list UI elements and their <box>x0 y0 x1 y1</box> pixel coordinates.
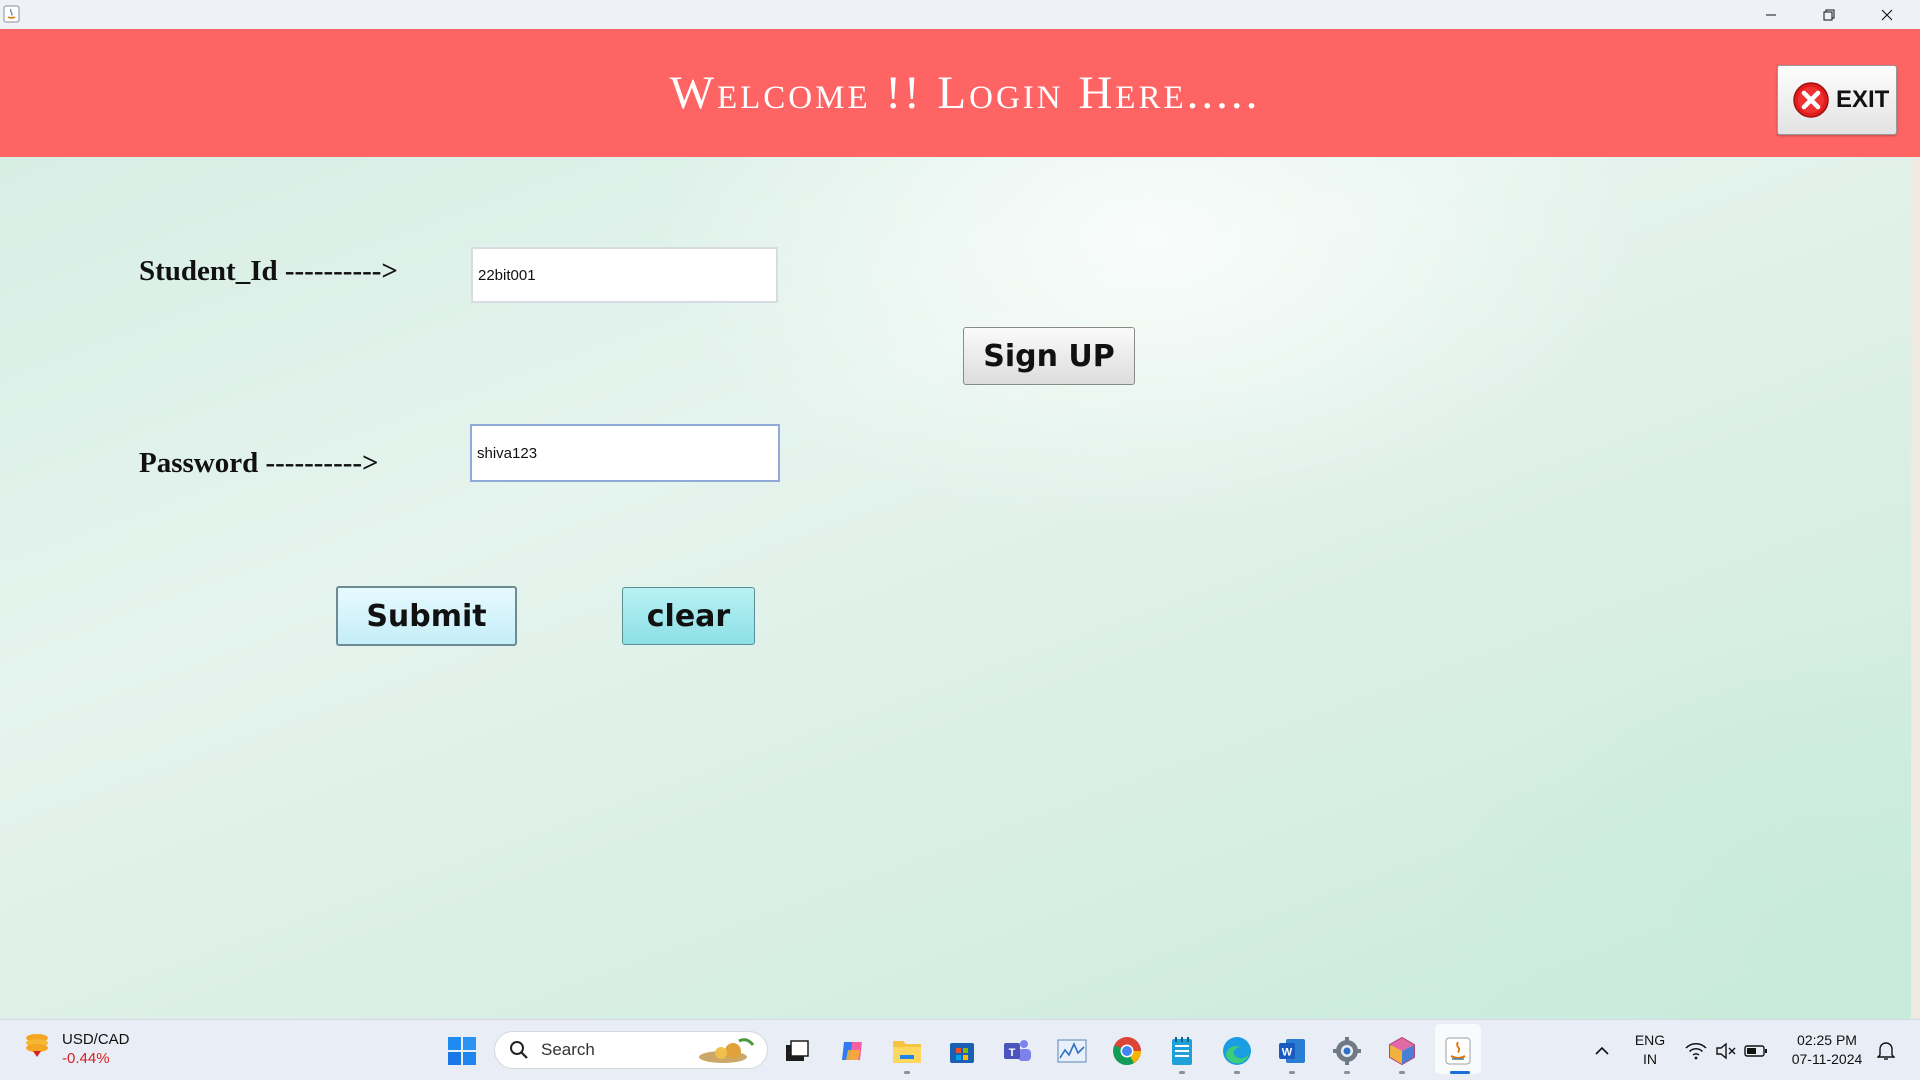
word-icon: W <box>1279 1039 1305 1063</box>
edge-icon <box>1223 1037 1251 1065</box>
currency-pair: USD/CAD <box>62 1031 130 1048</box>
svg-text:W: W <box>1282 1047 1293 1059</box>
clock[interactable]: 02:25 PM 07-11-2024 <box>1784 1031 1870 1069</box>
word-button[interactable]: W <box>1275 1034 1309 1068</box>
close-icon <box>1793 82 1829 118</box>
notepad-icon <box>1172 1037 1192 1065</box>
currency-widget[interactable]: USD/CAD -0.44% <box>22 1030 130 1068</box>
minimize-icon <box>1766 14 1776 15</box>
java-icon <box>1445 1037 1471 1065</box>
search-highlight-icon <box>699 1038 755 1063</box>
currency-change: -0.44% <box>62 1050 110 1067</box>
notepad-button[interactable] <box>1165 1034 1199 1068</box>
file-explorer-button[interactable] <box>890 1034 924 1068</box>
running-indicator <box>904 1071 910 1074</box>
minimize-button[interactable] <box>1742 0 1800 29</box>
student-id-label: Student_Id ----------> <box>139 255 398 287</box>
show-hidden-icons-button[interactable] <box>1585 1034 1619 1068</box>
notifications-button[interactable] <box>1871 1034 1901 1068</box>
volume-muted-icon <box>1716 1042 1736 1060</box>
battery-button[interactable] <box>1741 1034 1771 1068</box>
restore-icon <box>1823 9 1835 20</box>
teams-button[interactable]: T <box>1000 1034 1034 1068</box>
settings-icon <box>1333 1037 1361 1065</box>
restore-button[interactable] <box>1800 0 1858 29</box>
chrome-icon <box>1113 1037 1141 1066</box>
exit-button[interactable]: EXIT <box>1777 65 1897 135</box>
sign-up-button[interactable]: Sign UP <box>963 327 1135 385</box>
svg-text:T: T <box>1009 1047 1016 1059</box>
page-title: Welcome !! Login Here..... <box>669 67 1261 119</box>
copilot-button[interactable] <box>836 1034 870 1068</box>
running-indicator <box>1344 1071 1350 1074</box>
close-icon <box>1881 9 1893 20</box>
chevron-up-icon <box>1595 1046 1609 1055</box>
region-code: IN <box>1643 1051 1657 1067</box>
task-view-button[interactable] <box>780 1034 814 1068</box>
running-indicator <box>1399 1071 1405 1074</box>
file-explorer-icon <box>893 1041 921 1063</box>
java-app-button[interactable] <box>1441 1034 1475 1068</box>
language-code: ENG <box>1634 1032 1666 1048</box>
password-label: Password ----------> <box>139 447 379 479</box>
battery-icon <box>1744 1045 1767 1057</box>
microsoft-store-icon <box>950 1043 974 1063</box>
search-placeholder: Search <box>541 1040 595 1059</box>
bell-icon <box>1877 1042 1895 1060</box>
taskbar-search-box[interactable]: Search <box>494 1031 768 1069</box>
resource-monitor-button[interactable] <box>1055 1034 1089 1068</box>
exit-button-label: EXIT <box>1836 86 1890 113</box>
header-banner: Welcome !! Login Here..... EXIT <box>0 29 1920 157</box>
task-view-icon <box>786 1040 809 1061</box>
student-id-field[interactable] <box>471 247 778 303</box>
close-window-button[interactable] <box>1858 0 1916 29</box>
settings-button[interactable] <box>1330 1034 1364 1068</box>
chrome-button[interactable] <box>1110 1034 1144 1068</box>
resource-monitor-icon <box>1057 1039 1087 1063</box>
currency-trend-icon <box>26 1034 48 1057</box>
search-icon <box>510 1041 528 1059</box>
running-indicator <box>1179 1071 1185 1074</box>
language-indicator[interactable]: ENG IN <box>1628 1031 1672 1069</box>
windows-start-icon <box>448 1037 476 1065</box>
wifi-button[interactable] <box>1681 1034 1711 1068</box>
copilot-icon <box>842 1042 862 1060</box>
wifi-icon <box>1685 1043 1707 1060</box>
gem-app-icon <box>1389 1036 1415 1066</box>
volume-button[interactable] <box>1711 1034 1741 1068</box>
gem-app-button[interactable] <box>1385 1034 1419 1068</box>
clock-time: 02:25 PM <box>1797 1032 1857 1048</box>
clear-button[interactable]: clear <box>622 587 755 645</box>
edge-button[interactable] <box>1220 1034 1254 1068</box>
password-field[interactable] <box>470 424 780 482</box>
java-icon <box>3 5 20 23</box>
running-indicator <box>1234 1071 1240 1074</box>
window-title-bar <box>0 0 1920 29</box>
submit-button[interactable]: Submit <box>336 586 517 646</box>
teams-icon: T <box>1004 1040 1031 1061</box>
running-indicator <box>1289 1071 1295 1074</box>
microsoft-store-button[interactable] <box>945 1034 979 1068</box>
active-indicator <box>1450 1071 1470 1074</box>
clock-date: 07-11-2024 <box>1791 1051 1863 1067</box>
start-button[interactable] <box>445 1034 479 1068</box>
window-edge <box>1911 157 1920 1019</box>
